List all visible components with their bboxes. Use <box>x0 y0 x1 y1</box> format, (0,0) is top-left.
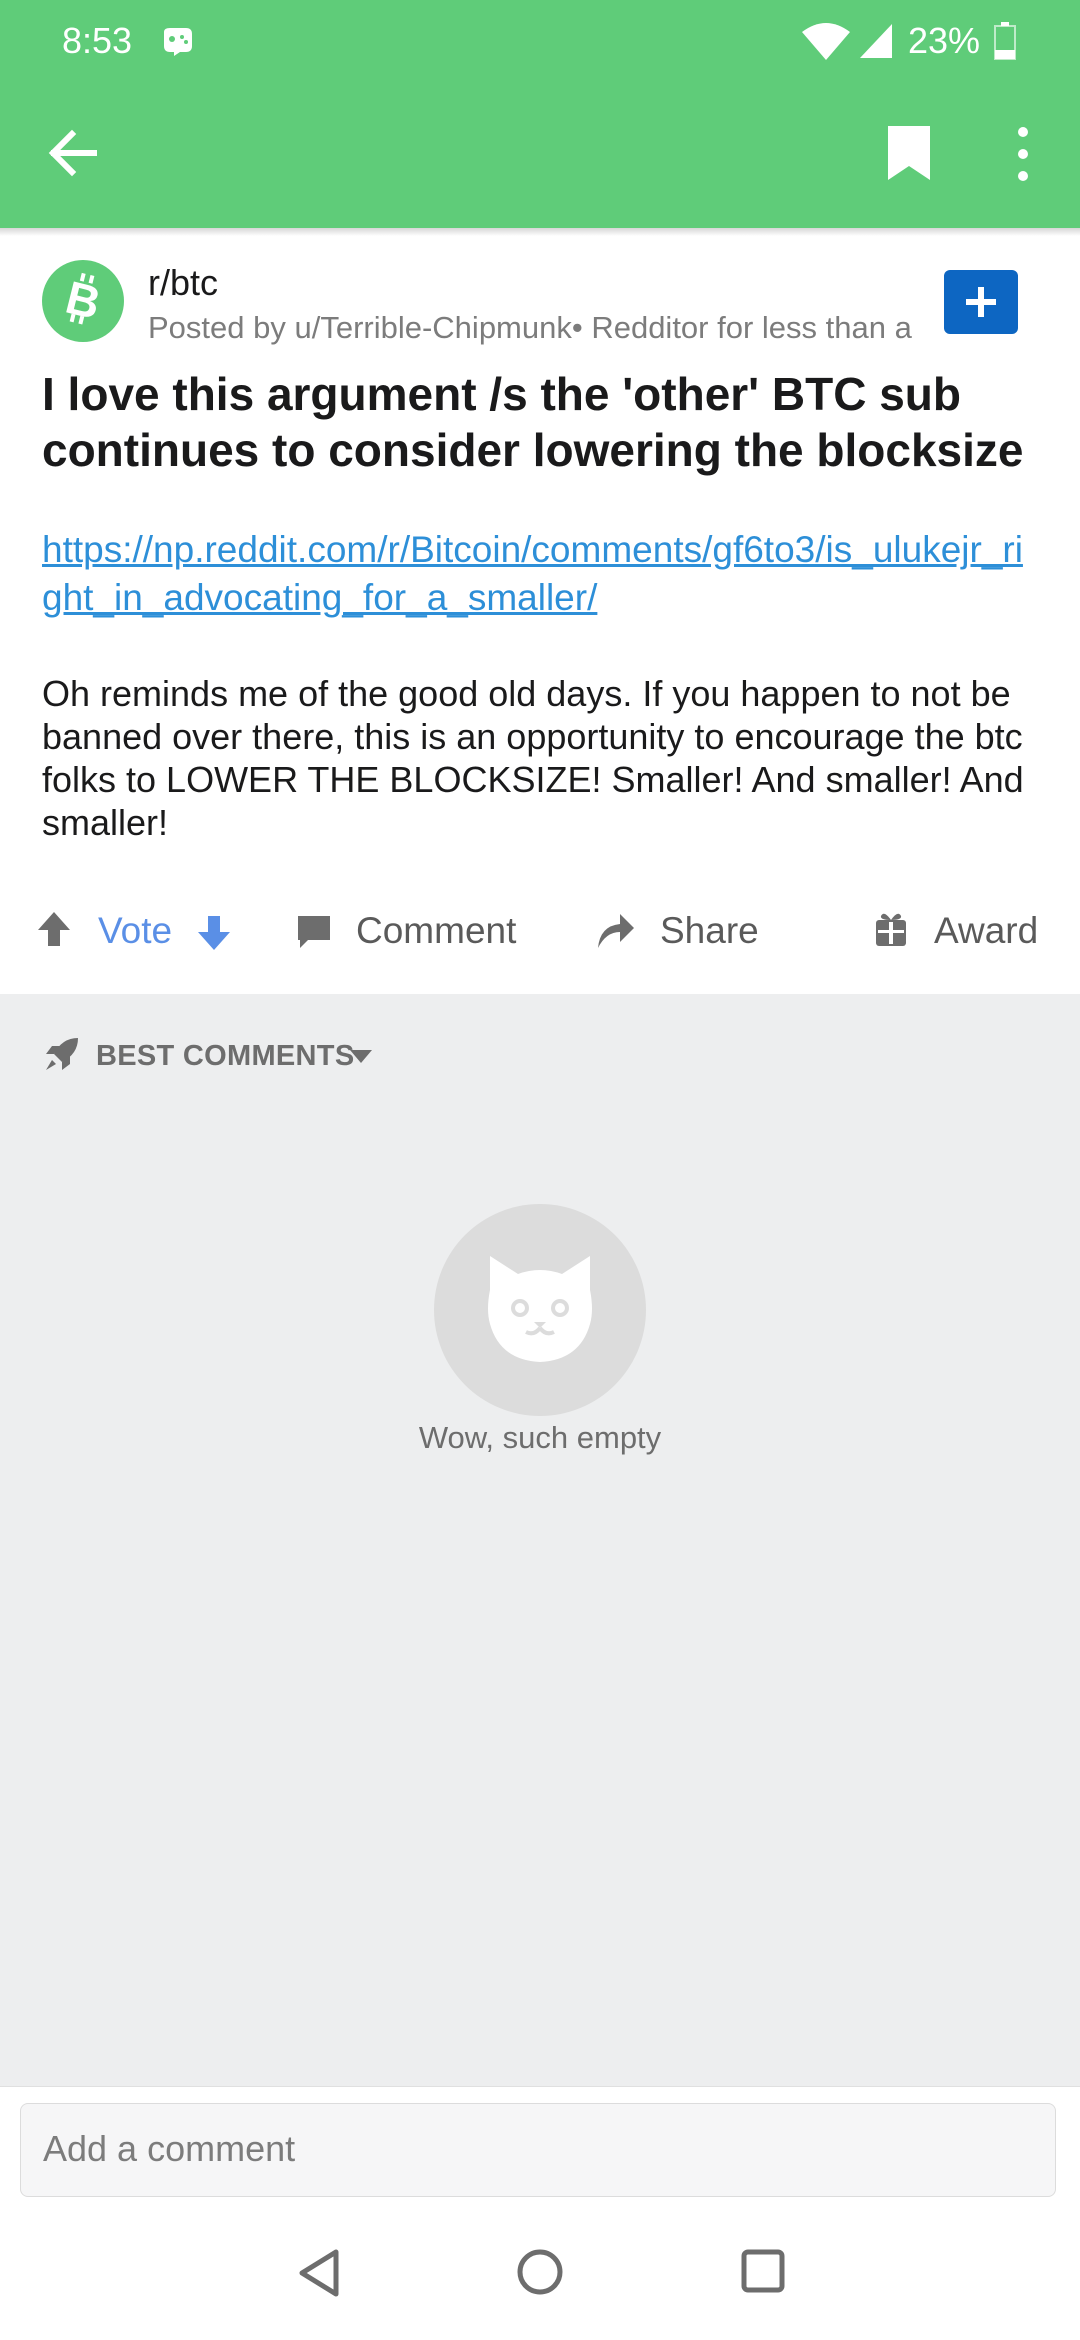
battery-percentage: 23% <box>908 20 981 61</box>
post-meta[interactable]: Posted by u/Terrible-Chipmunk• Redditor … <box>148 310 920 346</box>
award-button[interactable]: Award <box>934 910 1038 952</box>
cat-icon <box>488 1256 592 1362</box>
wifi-icon <box>802 23 850 60</box>
post-link[interactable]: https://np.reddit.com/r/Bitcoin/comments… <box>42 526 1042 622</box>
game-icon <box>164 28 192 56</box>
downvote-icon[interactable] <box>196 914 232 952</box>
bitcoin-icon: B <box>61 271 106 329</box>
app-bar <box>0 80 1080 228</box>
more-vert-icon[interactable] <box>1006 124 1040 184</box>
signal-icon <box>860 24 892 58</box>
upvote-icon[interactable] <box>36 910 72 948</box>
post-title: I love this argument /s the 'other' BTC … <box>42 368 1024 476</box>
rocket-icon[interactable] <box>44 1036 80 1072</box>
status-time: 8:53 <box>62 20 133 61</box>
nav-recents-icon[interactable] <box>740 2248 786 2294</box>
empty-state-illustration <box>434 1204 646 1416</box>
battery-icon <box>994 22 1016 60</box>
vote-label: Vote <box>98 910 173 951</box>
join-subreddit-button[interactable] <box>944 270 1018 334</box>
bookmark-icon[interactable] <box>886 124 932 182</box>
post-body: Oh reminds me of the good old days. If y… <box>42 673 1024 843</box>
share-button[interactable]: Share <box>660 910 759 952</box>
subreddit-avatar[interactable]: B <box>42 260 124 342</box>
comment-icon[interactable] <box>296 914 332 950</box>
subreddit-name[interactable]: r/btc <box>148 262 218 304</box>
plus-icon <box>966 287 996 317</box>
empty-state-text: Wow, such empty <box>418 1420 662 1455</box>
comment-input[interactable]: Add a comment <box>20 2103 1056 2197</box>
system-nav-bar <box>0 2206 1080 2340</box>
chevron-down-icon[interactable] <box>350 1050 372 1064</box>
comment-sort-label[interactable]: BEST COMMENTS <box>96 1040 354 1073</box>
nav-back-icon[interactable] <box>296 2248 344 2298</box>
comment-composer: Add a comment <box>0 2086 1080 2207</box>
comments-section: BEST COMMENTS Wow, such empty <box>0 994 1080 2086</box>
nav-home-icon[interactable] <box>516 2248 564 2296</box>
status-bar: 8:53 23% <box>0 0 1080 80</box>
back-arrow-icon[interactable] <box>44 124 102 182</box>
app-bar-shadow <box>0 228 1080 236</box>
comment-button[interactable]: Comment <box>356 910 516 952</box>
award-icon[interactable] <box>874 910 908 948</box>
post-actions: Vote Comment Share Award <box>0 880 1080 986</box>
share-icon[interactable] <box>596 910 636 950</box>
